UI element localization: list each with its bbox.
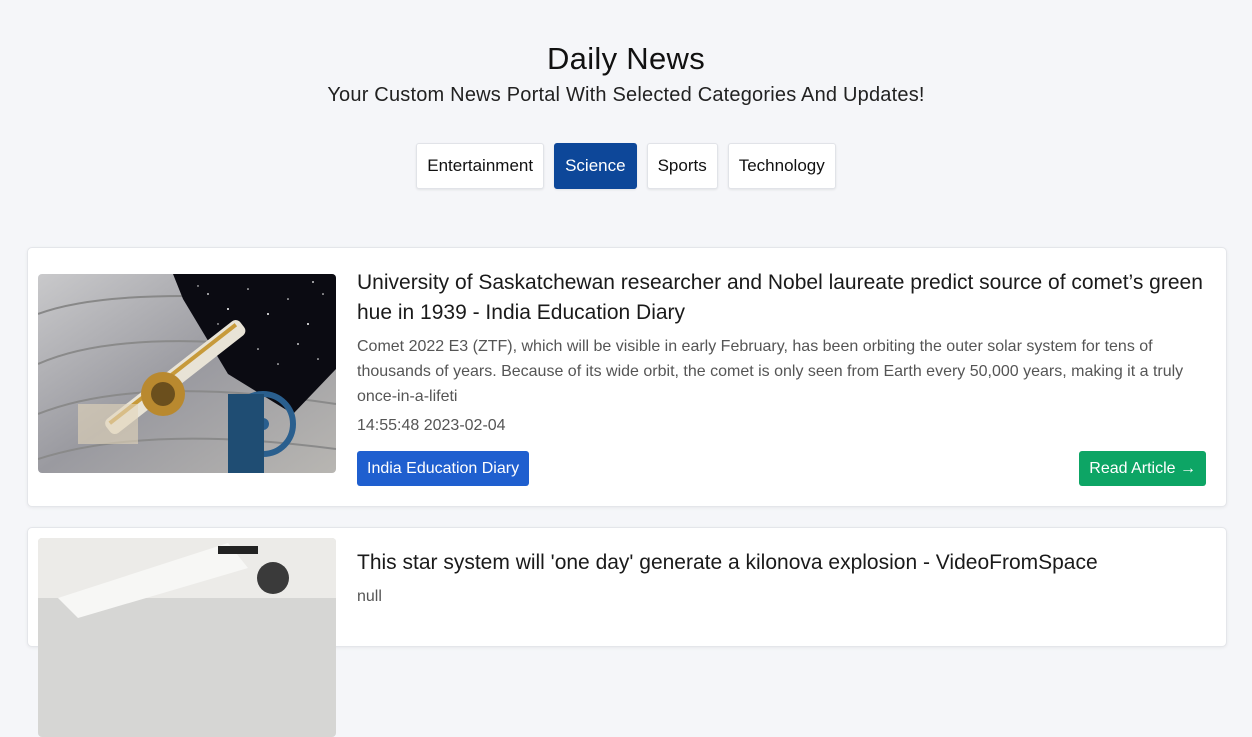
read-article-button[interactable]: Read Article → xyxy=(1079,451,1206,486)
category-tabs: Entertainment Science Sports Technology xyxy=(0,143,1252,189)
article-date: 14:55:48 2023-02-04 xyxy=(357,417,506,434)
article-description: Comet 2022 E3 (ZTF), which will be visib… xyxy=(357,338,1184,405)
article-title[interactable]: University of Saskatchewan researcher an… xyxy=(357,268,1206,328)
page-subtitle: Your Custom News Portal With Selected Ca… xyxy=(327,84,925,106)
article-image xyxy=(38,274,336,473)
news-card: This star system will 'one day' generate… xyxy=(27,527,1227,737)
page-title: Daily News xyxy=(546,41,706,76)
article-image xyxy=(38,538,336,737)
tab-sports[interactable]: Sports xyxy=(646,143,718,189)
header: Daily News Your Custom News Portal With … xyxy=(0,0,1252,107)
source-badge: India Education Diary xyxy=(357,451,530,486)
article-description: null xyxy=(357,588,382,605)
news-card: University of Saskatchewan researcher an… xyxy=(27,247,1227,507)
tab-entertainment[interactable]: Entertainment xyxy=(416,143,545,189)
tab-science[interactable]: Science xyxy=(554,143,637,189)
tab-technology[interactable]: Technology xyxy=(727,143,836,189)
article-title[interactable]: This star system will 'one day' generate… xyxy=(357,548,1206,578)
